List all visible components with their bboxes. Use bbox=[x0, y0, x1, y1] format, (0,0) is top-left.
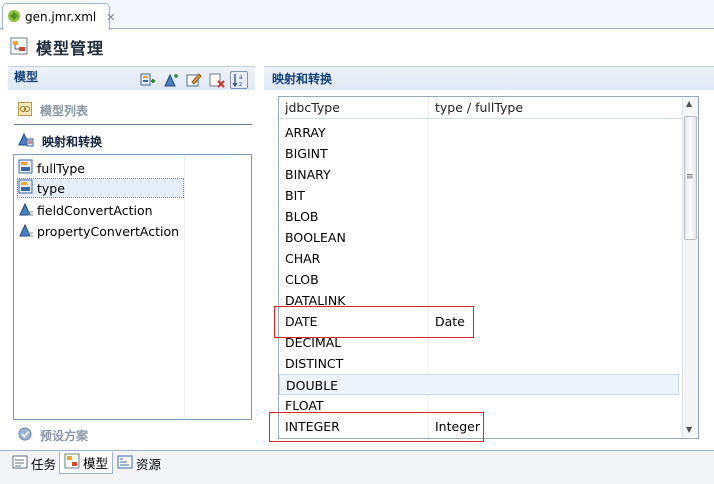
model-list-label: 模型列表 bbox=[40, 103, 89, 118]
section-divider bbox=[14, 124, 252, 125]
resource-icon bbox=[117, 454, 133, 473]
type-node-icon bbox=[18, 159, 34, 178]
delete-icon[interactable] bbox=[208, 71, 226, 89]
close-icon[interactable]: ✕ bbox=[106, 11, 115, 24]
tree-item-fieldconvertaction[interactable]: fieldConvertAction bbox=[18, 200, 153, 220]
mapping-label: 映射和转换 bbox=[42, 134, 103, 149]
table-row[interactable]: DISTINCT bbox=[279, 353, 679, 374]
tree-item-propertyconvertaction[interactable]: propertyConvertAction bbox=[18, 221, 179, 241]
highlight-box-integer bbox=[269, 412, 484, 442]
cell-jdbctype: ARRAY bbox=[285, 125, 326, 140]
type-node-icon bbox=[18, 179, 34, 198]
svg-text:a: a bbox=[239, 74, 243, 81]
model-icon bbox=[64, 453, 80, 472]
cell-jdbctype: CLOB bbox=[285, 272, 319, 287]
model-manager-icon bbox=[10, 37, 28, 58]
cell-jdbctype: BIGINT bbox=[285, 146, 328, 161]
tab-task-label: 任务 bbox=[31, 456, 57, 472]
mapping-icon bbox=[18, 132, 34, 151]
tab-model-label: 模型 bbox=[83, 456, 109, 471]
model-list-section[interactable]: 模型列表 bbox=[18, 100, 248, 120]
model-list-icon bbox=[18, 101, 32, 119]
mapping-section[interactable]: 映射和转换 bbox=[18, 131, 248, 151]
scroll-up-icon[interactable]: ▲ bbox=[686, 99, 692, 108]
cell-jdbctype: BINARY bbox=[285, 167, 331, 182]
scroll-down-icon[interactable]: ▼ bbox=[686, 425, 692, 434]
tab-resource[interactable]: 资源 bbox=[113, 452, 165, 474]
page-title: 模型管理 bbox=[36, 39, 105, 58]
table-row[interactable]: BOOLEAN bbox=[279, 227, 679, 248]
svg-text:z: z bbox=[239, 81, 242, 88]
table-row[interactable]: BINARY bbox=[279, 164, 679, 185]
column-header-jdbctype[interactable]: jdbcType bbox=[285, 100, 340, 115]
cell-jdbctype: BLOB bbox=[285, 209, 319, 224]
tree-column-divider bbox=[184, 155, 185, 419]
tab-task[interactable]: 任务 bbox=[8, 452, 60, 474]
editor-tab-title: gen.jmr.xml bbox=[25, 10, 97, 24]
add-type-icon[interactable] bbox=[139, 71, 157, 89]
tree-item-label: type bbox=[37, 180, 65, 196]
table-row[interactable]: BLOB bbox=[279, 206, 679, 227]
table-row-hovered[interactable]: DOUBLE bbox=[279, 374, 679, 395]
cell-jdbctype: FLOAT bbox=[285, 398, 324, 413]
tree-item-label: fieldConvertAction bbox=[37, 202, 153, 218]
table-row[interactable]: BIGINT bbox=[279, 143, 679, 164]
sort-az-icon[interactable]: az bbox=[230, 71, 248, 89]
cell-jdbctype: DISTINCT bbox=[285, 356, 344, 371]
model-panel-header: 模型 az bbox=[8, 66, 255, 90]
table-row[interactable]: ARRAY bbox=[279, 122, 679, 143]
preset-label: 预设方案 bbox=[40, 428, 89, 443]
table-row[interactable]: CLOB bbox=[279, 269, 679, 290]
table-header: jdbcType type / fullType bbox=[279, 97, 681, 119]
cell-jdbctype: BIT bbox=[285, 188, 305, 203]
tab-resource-label: 资源 bbox=[136, 456, 162, 472]
action-node-icon bbox=[18, 201, 34, 220]
page-header: 模型管理 bbox=[0, 30, 714, 64]
tree-item-fulltype[interactable]: fullType bbox=[18, 158, 85, 178]
add-action-icon[interactable] bbox=[162, 71, 180, 89]
highlight-box-date bbox=[274, 306, 474, 338]
edit-icon[interactable] bbox=[185, 71, 203, 89]
tree-item-label: propertyConvertAction bbox=[37, 223, 180, 239]
cell-jdbctype: CHAR bbox=[285, 251, 321, 266]
tree-item-label: fullType bbox=[37, 160, 85, 176]
action-node-icon bbox=[18, 222, 34, 241]
mapping-panel-header: 映射和转换 bbox=[264, 66, 714, 90]
editor-tab[interactable]: gen.jmr.xml ✕ bbox=[2, 3, 115, 30]
column-header-type[interactable]: type / fullType bbox=[435, 100, 523, 115]
table-row[interactable]: CHAR bbox=[279, 248, 679, 269]
tree-item-type[interactable]: type bbox=[17, 178, 184, 198]
mapping-panel-label: 映射和转换 bbox=[272, 72, 333, 86]
xml-file-icon bbox=[7, 9, 21, 26]
cell-jdbctype: BOOLEAN bbox=[285, 230, 346, 245]
preset-icon bbox=[18, 427, 32, 444]
preset-section[interactable]: 预设方案 bbox=[18, 426, 248, 444]
tab-model[interactable]: 模型 bbox=[59, 452, 114, 474]
task-icon bbox=[12, 454, 28, 473]
cell-jdbctype: DOUBLE bbox=[286, 378, 339, 393]
table-row[interactable]: BIT bbox=[279, 185, 679, 206]
scrollbar-grip-icon: ≡ bbox=[686, 172, 694, 182]
model-panel-label: 模型 bbox=[14, 70, 39, 84]
